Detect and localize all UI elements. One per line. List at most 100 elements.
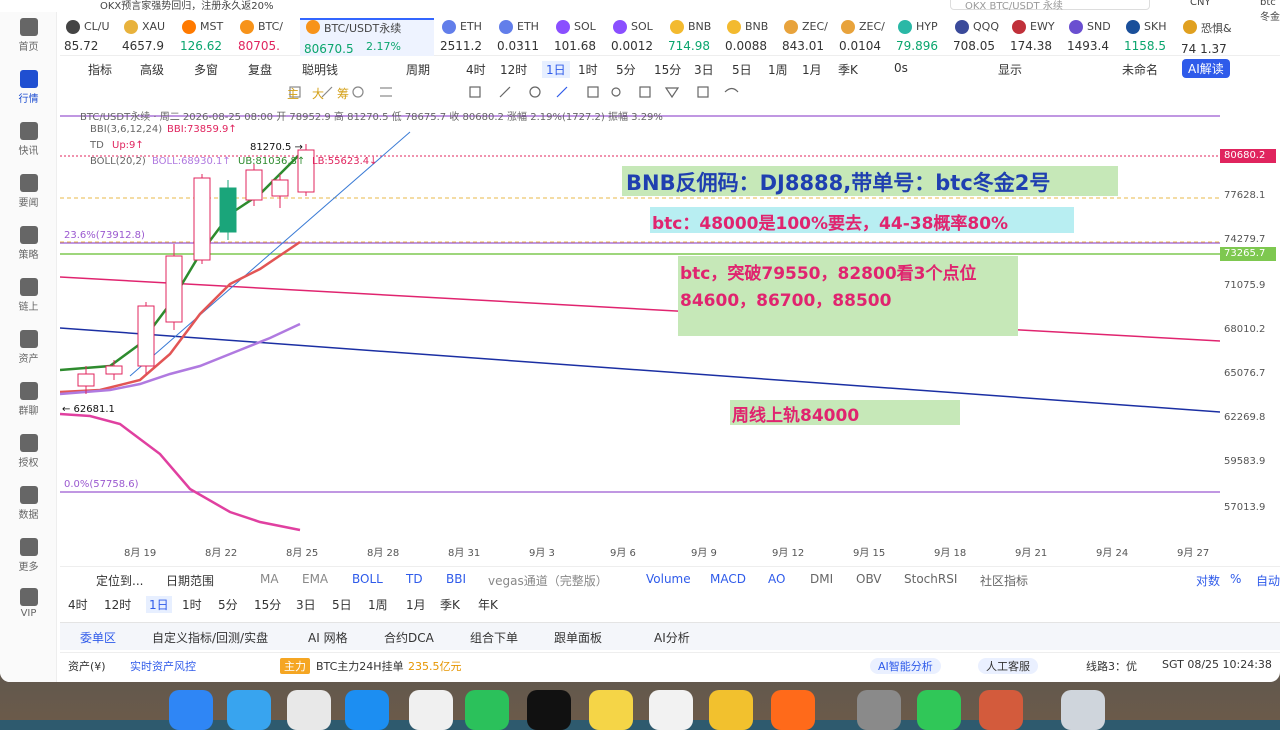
chrome-icon[interactable] — [409, 690, 453, 730]
ticker-7[interactable]: SOL 101.68 — [550, 20, 610, 53]
tab-1[interactable]: 自定义指标/回测/实盘 — [152, 629, 268, 646]
indicator-main-5[interactable]: vegas通道（完整版） — [488, 572, 608, 589]
tab-2[interactable]: AI 网格 — [308, 629, 348, 646]
ticker-8[interactable]: SOL 0.0012 — [607, 20, 667, 53]
ticker-14[interactable]: QQQ 708.05 — [949, 20, 1009, 53]
sidebar-item-4[interactable]: 策略 — [0, 226, 57, 261]
ticker-11[interactable]: ZEC/843.01 — [778, 20, 838, 53]
toolbar-item-1[interactable]: 高级 — [140, 61, 164, 78]
ticker-3[interactable]: BTC/80705. — [234, 20, 294, 53]
sidebar-item-9[interactable]: 数据 — [0, 486, 57, 521]
indicator-main-1[interactable]: EMA — [302, 572, 328, 586]
period-0[interactable]: 4时 — [68, 596, 88, 613]
indicator-main-2[interactable]: BOLL — [352, 572, 383, 586]
indicator-sub-1[interactable]: MACD — [710, 572, 746, 586]
toolbar-item-10[interactable]: 5分 — [616, 61, 636, 78]
ticker-12[interactable]: ZEC/0.0104 — [835, 20, 895, 53]
toolbar-item-0[interactable]: 指标 — [88, 61, 112, 78]
app-icon-5[interactable] — [979, 690, 1023, 730]
toolbar-item-16[interactable]: 季K — [838, 61, 858, 78]
sidebar-item-7[interactable]: 群聊 — [0, 382, 57, 417]
sidebar-item-0[interactable]: 首页 — [0, 18, 57, 53]
finder-icon[interactable] — [169, 690, 213, 730]
drawing-tools[interactable]: 主 大 筹 — [60, 82, 1280, 104]
ticker-18[interactable]: 恐惧& 74 1.37 — [1177, 20, 1237, 56]
app-icon-3[interactable] — [709, 690, 753, 730]
ticker-9[interactable]: BNB 714.98 — [664, 20, 724, 53]
tab-5[interactable]: 跟单面板 — [554, 629, 602, 646]
phone-icon[interactable] — [917, 690, 961, 730]
indicator-sub-4[interactable]: OBV — [856, 572, 882, 586]
indicator-sub-2[interactable]: AO — [768, 572, 785, 586]
risk-control-link[interactable]: 实时资产风控 — [130, 658, 196, 674]
sidebar-item-3[interactable]: 要闻 — [0, 174, 57, 209]
indicator-right-0[interactable]: 对数 — [1196, 572, 1220, 589]
app-icon-4[interactable] — [771, 690, 815, 730]
sidebar-item-1[interactable]: 行情 — [0, 70, 57, 105]
ticker-10[interactable]: BNB 0.0088 — [721, 20, 781, 53]
time-axis[interactable]: 8月 19 8月 22 8月 25 8月 28 8月 31 9月 3 9月 6 9月 9 9月 … — [60, 542, 1280, 559]
tab-6[interactable]: AI分析 — [654, 629, 690, 646]
ticker-0[interactable]: CL/U 85.72 — [60, 20, 120, 53]
indicator-sub-5[interactable]: StochRSI — [904, 572, 957, 586]
currency-select[interactable]: CNY — [1190, 0, 1211, 8]
sidebar-item-5[interactable]: 链上 — [0, 278, 57, 313]
ticker-1[interactable]: XAU 4657.9 — [118, 20, 178, 53]
toolbar-item-7[interactable]: 12时 — [500, 61, 527, 78]
toolbar-item-20[interactable]: AI解读 — [1182, 59, 1230, 78]
toolbar-item-15[interactable]: 1月 — [802, 61, 822, 78]
period-10[interactable]: 季K — [440, 596, 460, 613]
toolbar-item-5[interactable]: 周期 — [406, 61, 430, 78]
toolbar-item-19[interactable]: 未命名 — [1122, 61, 1158, 78]
toolbar-item-9[interactable]: 1时 — [578, 61, 598, 78]
period-9[interactable]: 1月 — [406, 596, 426, 613]
settings-icon[interactable] — [857, 690, 901, 730]
ticker-16[interactable]: SND 1493.4 — [1063, 20, 1123, 53]
ticker-17[interactable]: SKH 1158.5 — [1120, 20, 1180, 53]
period-8[interactable]: 1周 — [368, 596, 388, 613]
period-11[interactable]: 年K — [478, 596, 498, 613]
indicator-main-0[interactable]: MA — [260, 572, 279, 586]
sidebar-item-2[interactable]: 快讯 — [0, 122, 57, 157]
wechat-icon[interactable] — [465, 690, 509, 730]
ticker-2[interactable]: MST 126.62 — [176, 20, 236, 53]
indicator-sub-0[interactable]: Volume — [646, 572, 691, 586]
tab-4[interactable]: 组合下单 — [470, 629, 518, 646]
indicator-sub-3[interactable]: DMI — [810, 572, 833, 586]
period-3[interactable]: 1时 — [182, 596, 202, 613]
indicator-main-3[interactable]: TD — [406, 572, 423, 586]
period-7[interactable]: 5日 — [332, 596, 352, 613]
indicator-sub-6[interactable]: 社区指标 — [980, 572, 1028, 589]
toolbar-item-2[interactable]: 多窗 — [194, 61, 218, 78]
assets-label[interactable]: 资产(¥) — [68, 658, 106, 674]
toolbar-item-17[interactable]: 0s — [894, 61, 908, 75]
sidebar-item-10[interactable]: 更多 — [0, 538, 57, 573]
sidebar-item-8[interactable]: 授权 — [0, 434, 57, 469]
period-6[interactable]: 3日 — [296, 596, 316, 613]
tab-3[interactable]: 合约DCA — [384, 629, 434, 646]
sidebar-item-11[interactable]: VIP — [0, 588, 57, 619]
indicator-left-1[interactable]: 日期范围 — [166, 572, 214, 589]
tab-0[interactable]: 委单区 — [80, 629, 116, 646]
service-button[interactable]: 人工客服 — [978, 658, 1038, 674]
qq-icon[interactable] — [649, 690, 693, 730]
toolbar-item-18[interactable]: 显示 — [998, 61, 1022, 78]
ai-analysis-button[interactable]: AI智能分析 — [870, 658, 941, 674]
toolbar-item-12[interactable]: 3日 — [694, 61, 714, 78]
indicator-main-4[interactable]: BBI — [446, 572, 466, 586]
ticker-5[interactable]: ETH 2511.2 — [436, 20, 496, 53]
period-5[interactable]: 15分 — [254, 596, 281, 613]
ticker-4[interactable]: BTC/USDT永续 80670.5 2.17% — [300, 18, 434, 56]
ticker-6[interactable]: ETH 0.0311 — [493, 20, 553, 53]
launchpad-icon[interactable] — [287, 690, 331, 730]
indicator-left-0[interactable]: 定位到... — [96, 572, 143, 589]
trash-icon[interactable] — [1061, 690, 1105, 730]
indicator-right-1[interactable]: % — [1230, 572, 1241, 586]
indicator-right-2[interactable]: 自动 — [1256, 572, 1280, 589]
safari-icon[interactable] — [227, 690, 271, 730]
period-4[interactable]: 5分 — [218, 596, 238, 613]
period-2[interactable]: 1日 — [146, 596, 172, 613]
sidebar-item-6[interactable]: 资产 — [0, 330, 57, 365]
toolbar-item-6[interactable]: 4时 — [466, 61, 486, 78]
search-input[interactable]: OKX BTC/USDT 永续 — [950, 0, 1150, 12]
